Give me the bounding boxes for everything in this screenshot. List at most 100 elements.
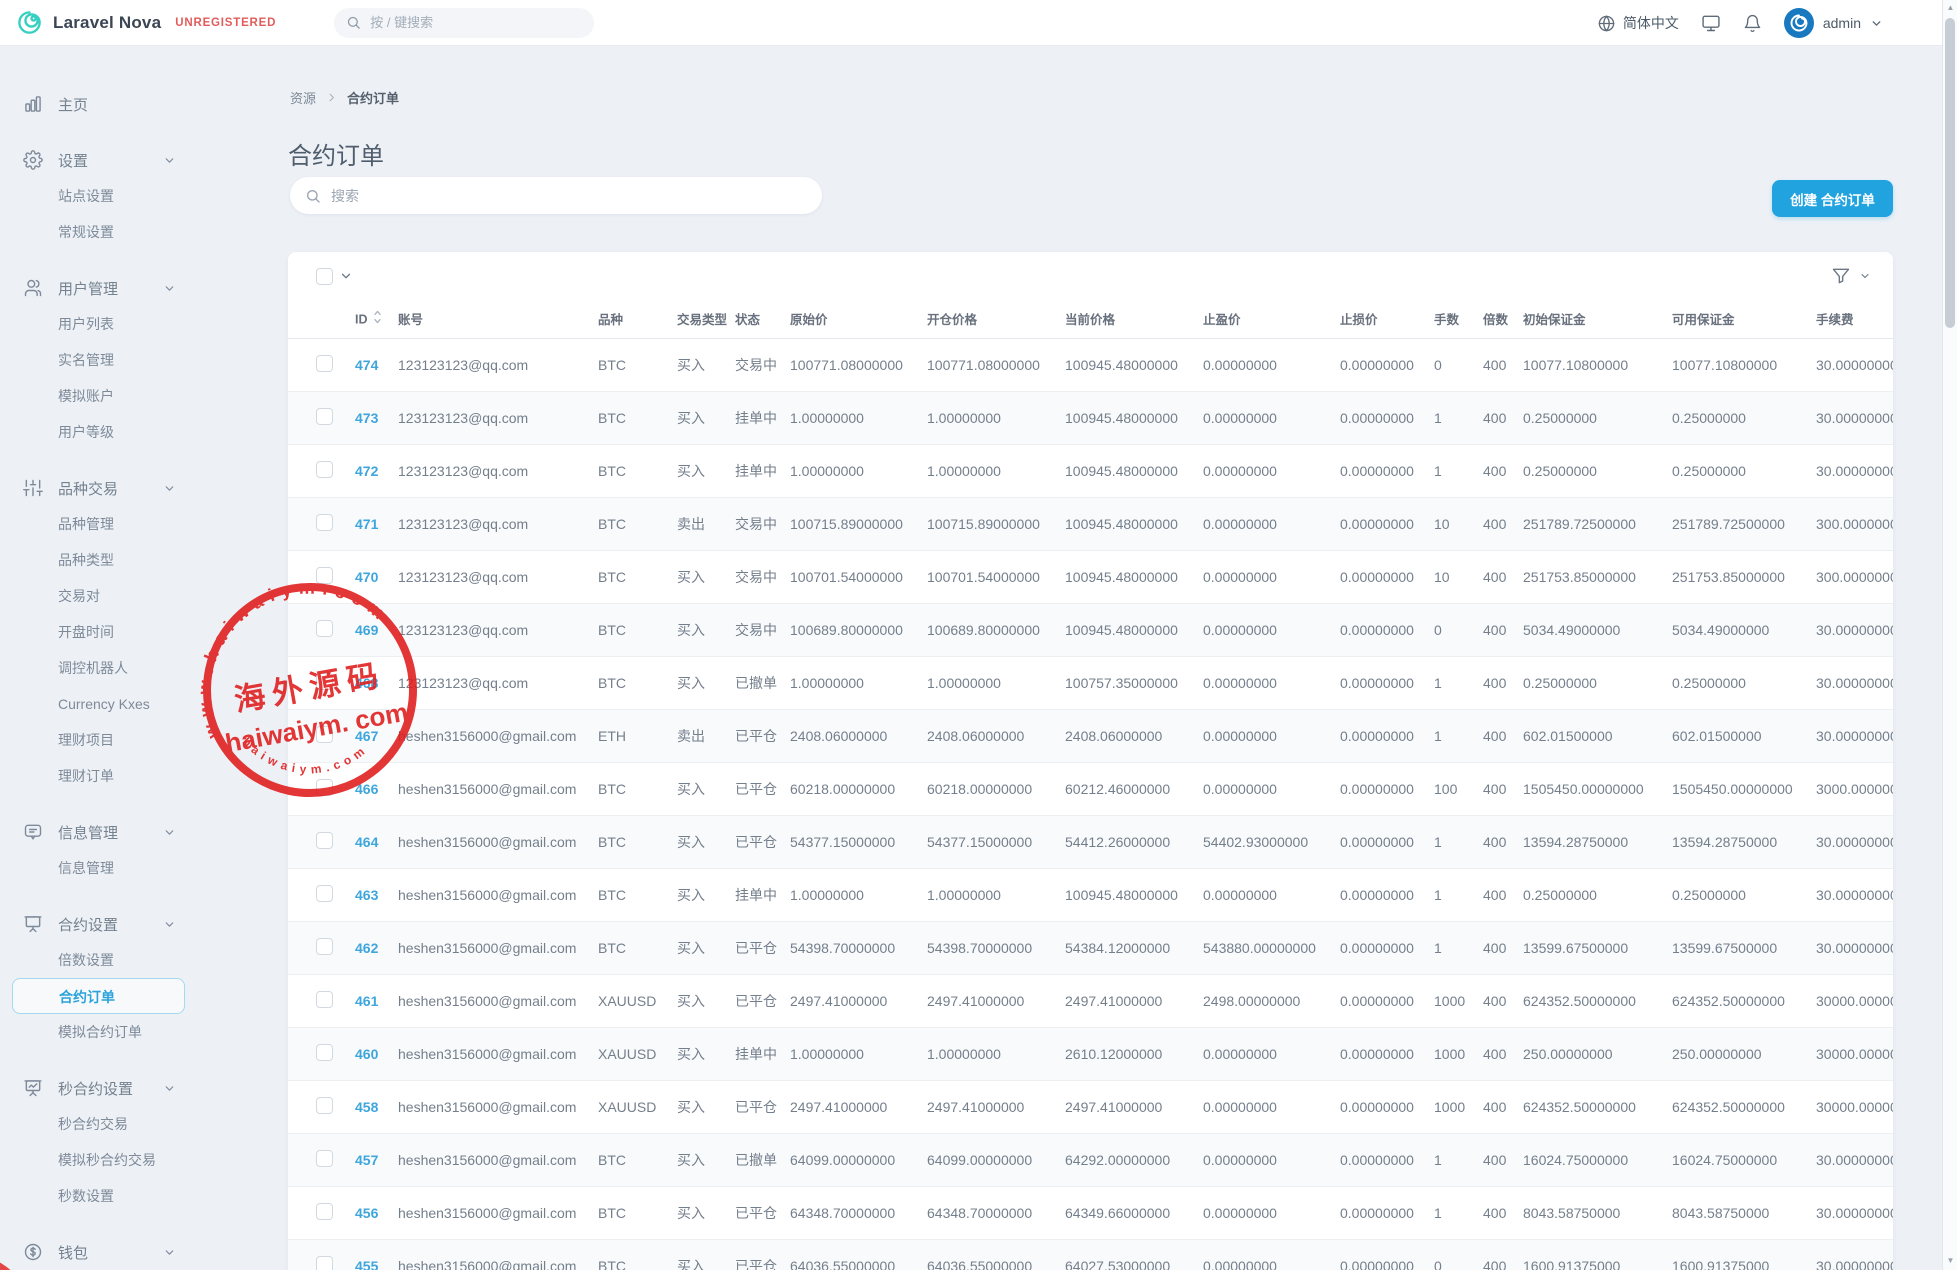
cell: 3000.00000000 bbox=[1816, 762, 1893, 815]
order-id-link[interactable]: 468 bbox=[355, 675, 378, 691]
cell: 2497.41000000 bbox=[790, 974, 927, 1027]
row-checkbox[interactable] bbox=[316, 461, 333, 478]
order-id-link[interactable]: 473 bbox=[355, 410, 378, 426]
sidebar-item[interactable]: 交易对 bbox=[0, 578, 230, 614]
sidebar-item[interactable]: 用户等级 bbox=[0, 414, 230, 450]
global-search-input[interactable] bbox=[370, 15, 570, 30]
row-checkbox[interactable] bbox=[316, 779, 333, 796]
sidebar-item[interactable]: 品种管理 bbox=[0, 506, 230, 542]
order-id-link[interactable]: 456 bbox=[355, 1205, 378, 1221]
table-row: 456heshen3156000@gmail.comBTC买入已平仓64348.… bbox=[288, 1186, 1893, 1239]
cell: 30000.00000000 bbox=[1816, 974, 1893, 1027]
monitor-icon[interactable] bbox=[1701, 13, 1721, 33]
cell: 100701.54000000 bbox=[790, 550, 927, 603]
cell: 挂单中 bbox=[735, 444, 790, 497]
resource-search[interactable] bbox=[290, 177, 822, 214]
row-checkbox[interactable] bbox=[316, 673, 333, 690]
sidebar-section-4[interactable]: 信息管理 bbox=[0, 814, 230, 850]
sidebar-item[interactable]: 用户列表 bbox=[0, 306, 230, 342]
order-id-link[interactable]: 467 bbox=[355, 728, 378, 744]
order-id-link[interactable]: 458 bbox=[355, 1099, 378, 1115]
sidebar-item[interactable]: 开盘时间 bbox=[0, 614, 230, 650]
order-id-link[interactable]: 469 bbox=[355, 622, 378, 638]
cell: heshen3156000@gmail.com bbox=[398, 815, 598, 868]
sidebar-item[interactable]: 秒数设置 bbox=[0, 1178, 230, 1214]
breadcrumb-root[interactable]: 资源 bbox=[290, 88, 316, 107]
sidebar-section-7[interactable]: 钱包 bbox=[0, 1234, 230, 1270]
sidebar-item[interactable]: 理财项目 bbox=[0, 722, 230, 758]
global-search[interactable] bbox=[334, 8, 594, 38]
cell: 2497.41000000 bbox=[927, 974, 1065, 1027]
order-id-link[interactable]: 460 bbox=[355, 1046, 378, 1062]
order-id-link[interactable]: 457 bbox=[355, 1152, 378, 1168]
sidebar-item[interactable]: 模拟账户 bbox=[0, 378, 230, 414]
row-checkbox[interactable] bbox=[316, 726, 333, 743]
scroll-down-arrow[interactable]: ▼ bbox=[1943, 1256, 1957, 1265]
select-all-checkbox[interactable] bbox=[316, 268, 333, 285]
language-switcher[interactable]: 简体中文 bbox=[1597, 13, 1679, 33]
row-checkbox[interactable] bbox=[316, 832, 333, 849]
column-header[interactable]: ID bbox=[355, 300, 398, 338]
order-id-link[interactable]: 463 bbox=[355, 887, 378, 903]
sidebar-section-2[interactable]: 用户管理 bbox=[0, 270, 230, 306]
filter-funnel-icon[interactable] bbox=[1831, 266, 1851, 286]
sidebar-item[interactable]: 秒合约交易 bbox=[0, 1106, 230, 1142]
row-checkbox[interactable] bbox=[316, 1150, 333, 1167]
sidebar-item[interactable]: 倍数设置 bbox=[0, 942, 230, 978]
order-id-link[interactable]: 462 bbox=[355, 940, 378, 956]
row-checkbox[interactable] bbox=[316, 1256, 333, 1270]
sidebar-item[interactable]: 常规设置 bbox=[0, 214, 230, 250]
row-checkbox[interactable] bbox=[316, 1044, 333, 1061]
order-id-link[interactable]: 461 bbox=[355, 993, 378, 1009]
scroll-up-arrow[interactable]: ▲ bbox=[1943, 3, 1957, 12]
row-checkbox[interactable] bbox=[316, 514, 333, 531]
row-checkbox[interactable] bbox=[316, 1097, 333, 1114]
create-order-button[interactable]: 创建 合约订单 bbox=[1772, 180, 1893, 217]
chevron-down-icon[interactable] bbox=[1859, 270, 1871, 282]
sidebar-item[interactable]: 模拟秒合约交易 bbox=[0, 1142, 230, 1178]
order-id-link[interactable]: 474 bbox=[355, 357, 378, 373]
sidebar-item[interactable]: 合约订单 bbox=[12, 978, 185, 1014]
row-checkbox[interactable] bbox=[316, 938, 333, 955]
row-checkbox[interactable] bbox=[316, 567, 333, 584]
cell: 交易中 bbox=[735, 603, 790, 656]
user-menu[interactable]: admin bbox=[1784, 8, 1883, 38]
resource-search-input[interactable] bbox=[331, 188, 791, 204]
order-id-link[interactable]: 464 bbox=[355, 834, 378, 850]
sidebar-section-0[interactable]: 主页 bbox=[0, 86, 230, 122]
sidebar-item[interactable]: 调控机器人 bbox=[0, 650, 230, 686]
cell: 1 bbox=[1434, 1133, 1483, 1186]
sidebar-item[interactable]: 模拟合约订单 bbox=[0, 1014, 230, 1050]
row-checkbox[interactable] bbox=[316, 1203, 333, 1220]
order-id-link[interactable]: 466 bbox=[355, 781, 378, 797]
sidebar-item[interactable]: 实名管理 bbox=[0, 342, 230, 378]
page-scrollbar[interactable]: ▲ ▼ bbox=[1942, 0, 1957, 1270]
order-id-link[interactable]: 470 bbox=[355, 569, 378, 585]
sort-icon[interactable] bbox=[373, 310, 382, 324]
cell: 30.00000000 bbox=[1816, 603, 1893, 656]
row-checkbox[interactable] bbox=[316, 620, 333, 637]
cell: 买入 bbox=[677, 815, 735, 868]
chevron-down-icon[interactable] bbox=[339, 269, 353, 283]
sidebar-section-5[interactable]: 合约设置 bbox=[0, 906, 230, 942]
cell: 8043.58750000 bbox=[1672, 1186, 1816, 1239]
order-id-link[interactable]: 472 bbox=[355, 463, 378, 479]
bell-icon[interactable] bbox=[1743, 14, 1762, 33]
sidebar-item[interactable]: 信息管理 bbox=[0, 850, 230, 886]
scrollbar-thumb[interactable] bbox=[1945, 18, 1955, 328]
row-checkbox[interactable] bbox=[316, 408, 333, 425]
sidebar-item[interactable]: 品种类型 bbox=[0, 542, 230, 578]
order-id-link[interactable]: 471 bbox=[355, 516, 378, 532]
sidebar-item[interactable]: Currency Kxes bbox=[0, 686, 230, 722]
row-checkbox[interactable] bbox=[316, 885, 333, 902]
cell: 64292.00000000 bbox=[1065, 1133, 1203, 1186]
sidebar-item[interactable]: 理财订单 bbox=[0, 758, 230, 794]
sidebar-item[interactable]: 站点设置 bbox=[0, 178, 230, 214]
row-checkbox[interactable] bbox=[316, 991, 333, 1008]
order-id-link[interactable]: 455 bbox=[355, 1258, 378, 1270]
sidebar-section-1[interactable]: 设置 bbox=[0, 142, 230, 178]
brand[interactable]: Laravel Nova bbox=[16, 9, 161, 36]
sidebar-section-6[interactable]: 秒合约设置 bbox=[0, 1070, 230, 1106]
sidebar-section-3[interactable]: 品种交易 bbox=[0, 470, 230, 506]
row-checkbox[interactable] bbox=[316, 355, 333, 372]
